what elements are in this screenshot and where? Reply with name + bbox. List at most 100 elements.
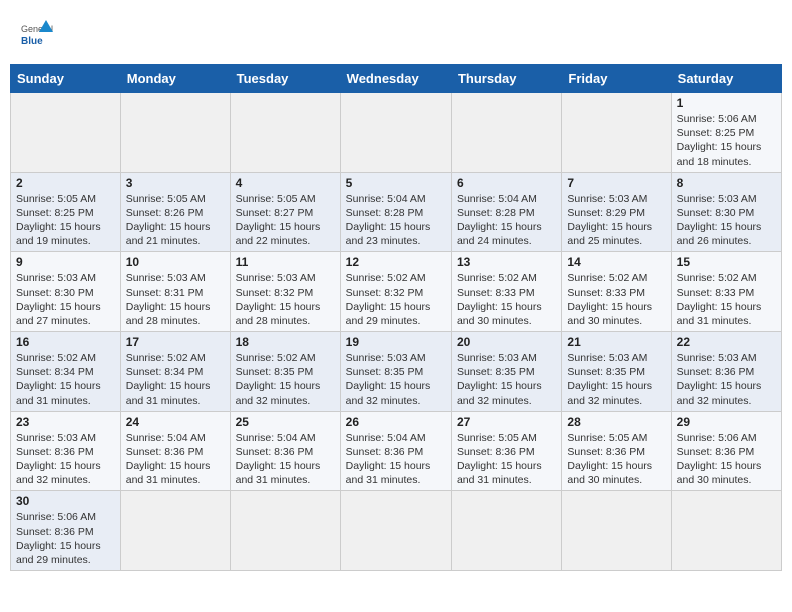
day-number: 11 [236, 255, 335, 269]
day-number: 10 [126, 255, 225, 269]
day-number: 13 [457, 255, 556, 269]
day-number: 7 [567, 176, 665, 190]
calendar-cell: 8 Sunrise: 5:03 AM Sunset: 8:30 PM Daylig… [671, 172, 781, 252]
calendar-cell [230, 491, 340, 571]
day-info: Sunrise: 5:05 AM Sunset: 8:36 PM Dayligh… [457, 431, 556, 488]
calendar-cell [562, 491, 671, 571]
day-info: Sunrise: 5:03 AM Sunset: 8:30 PM Dayligh… [16, 271, 115, 328]
day-number: 5 [346, 176, 446, 190]
header: General Blue [10, 10, 782, 58]
logo-svg: General Blue [20, 18, 56, 54]
calendar-header: SundayMondayTuesdayWednesdayThursdayFrid… [11, 65, 782, 93]
calendar-cell: 5 Sunrise: 5:04 AM Sunset: 8:28 PM Daylig… [340, 172, 451, 252]
calendar-cell: 16 Sunrise: 5:02 AM Sunset: 8:34 PM Dayli… [11, 332, 121, 412]
day-number: 15 [677, 255, 776, 269]
day-number: 18 [236, 335, 335, 349]
weekday-header-tuesday: Tuesday [230, 65, 340, 93]
day-number: 17 [126, 335, 225, 349]
day-number: 4 [236, 176, 335, 190]
day-info: Sunrise: 5:04 AM Sunset: 8:36 PM Dayligh… [236, 431, 335, 488]
calendar-cell: 15 Sunrise: 5:02 AM Sunset: 8:33 PM Dayli… [671, 252, 781, 332]
calendar-cell: 14 Sunrise: 5:02 AM Sunset: 8:33 PM Dayli… [562, 252, 671, 332]
calendar-cell: 10 Sunrise: 5:03 AM Sunset: 8:31 PM Dayli… [120, 252, 230, 332]
calendar-cell [11, 93, 121, 173]
calendar-cell: 4 Sunrise: 5:05 AM Sunset: 8:27 PM Daylig… [230, 172, 340, 252]
day-number: 12 [346, 255, 446, 269]
day-info: Sunrise: 5:03 AM Sunset: 8:35 PM Dayligh… [457, 351, 556, 408]
day-info: Sunrise: 5:05 AM Sunset: 8:36 PM Dayligh… [567, 431, 665, 488]
day-info: Sunrise: 5:02 AM Sunset: 8:33 PM Dayligh… [677, 271, 776, 328]
calendar-cell: 28 Sunrise: 5:05 AM Sunset: 8:36 PM Dayli… [562, 411, 671, 491]
day-info: Sunrise: 5:06 AM Sunset: 8:36 PM Dayligh… [677, 431, 776, 488]
calendar-cell: 12 Sunrise: 5:02 AM Sunset: 8:32 PM Dayli… [340, 252, 451, 332]
weekday-header-saturday: Saturday [671, 65, 781, 93]
calendar-cell: 17 Sunrise: 5:02 AM Sunset: 8:34 PM Dayli… [120, 332, 230, 412]
day-number: 26 [346, 415, 446, 429]
calendar-cell: 22Sunrise: 5:03 AM Sunset: 8:36 PM Dayli… [671, 332, 781, 412]
calendar-cell: 13 Sunrise: 5:02 AM Sunset: 8:33 PM Dayli… [451, 252, 561, 332]
weekday-header-wednesday: Wednesday [340, 65, 451, 93]
day-number: 1 [677, 96, 776, 110]
day-number: 29 [677, 415, 776, 429]
day-info: Sunrise: 5:03 AM Sunset: 8:32 PM Dayligh… [236, 271, 335, 328]
calendar-cell: 3Sunrise: 5:05 AM Sunset: 8:26 PM Daylig… [120, 172, 230, 252]
day-number: 8 [677, 176, 776, 190]
day-info: Sunrise: 5:05 AM Sunset: 8:25 PM Dayligh… [16, 192, 115, 249]
day-number: 30 [16, 494, 115, 508]
calendar-cell [340, 93, 451, 173]
day-number: 22 [677, 335, 776, 349]
day-number: 19 [346, 335, 446, 349]
day-info: Sunrise: 5:04 AM Sunset: 8:28 PM Dayligh… [346, 192, 446, 249]
calendar-cell: 20Sunrise: 5:03 AM Sunset: 8:35 PM Dayli… [451, 332, 561, 412]
day-info: Sunrise: 5:03 AM Sunset: 8:29 PM Dayligh… [567, 192, 665, 249]
day-info: Sunrise: 5:04 AM Sunset: 8:28 PM Dayligh… [457, 192, 556, 249]
day-number: 23 [16, 415, 115, 429]
calendar-table: SundayMondayTuesdayWednesdayThursdayFrid… [10, 64, 782, 571]
weekday-header-sunday: Sunday [11, 65, 121, 93]
calendar-cell [340, 491, 451, 571]
svg-text:Blue: Blue [21, 36, 43, 47]
day-number: 25 [236, 415, 335, 429]
day-info: Sunrise: 5:02 AM Sunset: 8:34 PM Dayligh… [16, 351, 115, 408]
day-info: Sunrise: 5:03 AM Sunset: 8:35 PM Dayligh… [567, 351, 665, 408]
day-info: Sunrise: 5:02 AM Sunset: 8:34 PM Dayligh… [126, 351, 225, 408]
calendar-cell [451, 93, 561, 173]
calendar-cell: 18Sunrise: 5:02 AM Sunset: 8:35 PM Dayli… [230, 332, 340, 412]
day-info: Sunrise: 5:06 AM Sunset: 8:36 PM Dayligh… [16, 510, 115, 567]
calendar-cell: 6 Sunrise: 5:04 AM Sunset: 8:28 PM Daylig… [451, 172, 561, 252]
day-info: Sunrise: 5:03 AM Sunset: 8:31 PM Dayligh… [126, 271, 225, 328]
weekday-header-monday: Monday [120, 65, 230, 93]
day-info: Sunrise: 5:02 AM Sunset: 8:33 PM Dayligh… [567, 271, 665, 328]
calendar-cell: 19 Sunrise: 5:03 AM Sunset: 8:35 PM Dayli… [340, 332, 451, 412]
calendar-cell: 27Sunrise: 5:05 AM Sunset: 8:36 PM Dayli… [451, 411, 561, 491]
calendar-cell: 9 Sunrise: 5:03 AM Sunset: 8:30 PM Daylig… [11, 252, 121, 332]
calendar-cell: 7 Sunrise: 5:03 AM Sunset: 8:29 PM Daylig… [562, 172, 671, 252]
calendar-cell: 23Sunrise: 5:03 AM Sunset: 8:36 PM Dayli… [11, 411, 121, 491]
day-info: Sunrise: 5:04 AM Sunset: 8:36 PM Dayligh… [126, 431, 225, 488]
calendar-cell: 21Sunrise: 5:03 AM Sunset: 8:35 PM Dayli… [562, 332, 671, 412]
calendar-cell: 30 Sunrise: 5:06 AM Sunset: 8:36 PM Dayli… [11, 491, 121, 571]
day-info: Sunrise: 5:05 AM Sunset: 8:27 PM Dayligh… [236, 192, 335, 249]
day-number: 6 [457, 176, 556, 190]
calendar-cell [230, 93, 340, 173]
calendar-cell [451, 491, 561, 571]
calendar-cell: 26 Sunrise: 5:04 AM Sunset: 8:36 PM Dayli… [340, 411, 451, 491]
day-info: Sunrise: 5:03 AM Sunset: 8:35 PM Dayligh… [346, 351, 446, 408]
day-number: 14 [567, 255, 665, 269]
day-number: 3 [126, 176, 225, 190]
day-number: 28 [567, 415, 665, 429]
calendar-cell: 25 Sunrise: 5:04 AM Sunset: 8:36 PM Dayli… [230, 411, 340, 491]
calendar-cell: 24 Sunrise: 5:04 AM Sunset: 8:36 PM Dayli… [120, 411, 230, 491]
day-info: Sunrise: 5:03 AM Sunset: 8:30 PM Dayligh… [677, 192, 776, 249]
calendar-cell [671, 491, 781, 571]
day-number: 24 [126, 415, 225, 429]
day-number: 9 [16, 255, 115, 269]
calendar-cell [120, 93, 230, 173]
calendar-cell: 29 Sunrise: 5:06 AM Sunset: 8:36 PM Dayli… [671, 411, 781, 491]
day-info: Sunrise: 5:04 AM Sunset: 8:36 PM Dayligh… [346, 431, 446, 488]
day-number: 2 [16, 176, 115, 190]
logo: General Blue [20, 18, 56, 54]
day-info: Sunrise: 5:02 AM Sunset: 8:33 PM Dayligh… [457, 271, 556, 328]
day-info: Sunrise: 5:02 AM Sunset: 8:32 PM Dayligh… [346, 271, 446, 328]
day-number: 16 [16, 335, 115, 349]
